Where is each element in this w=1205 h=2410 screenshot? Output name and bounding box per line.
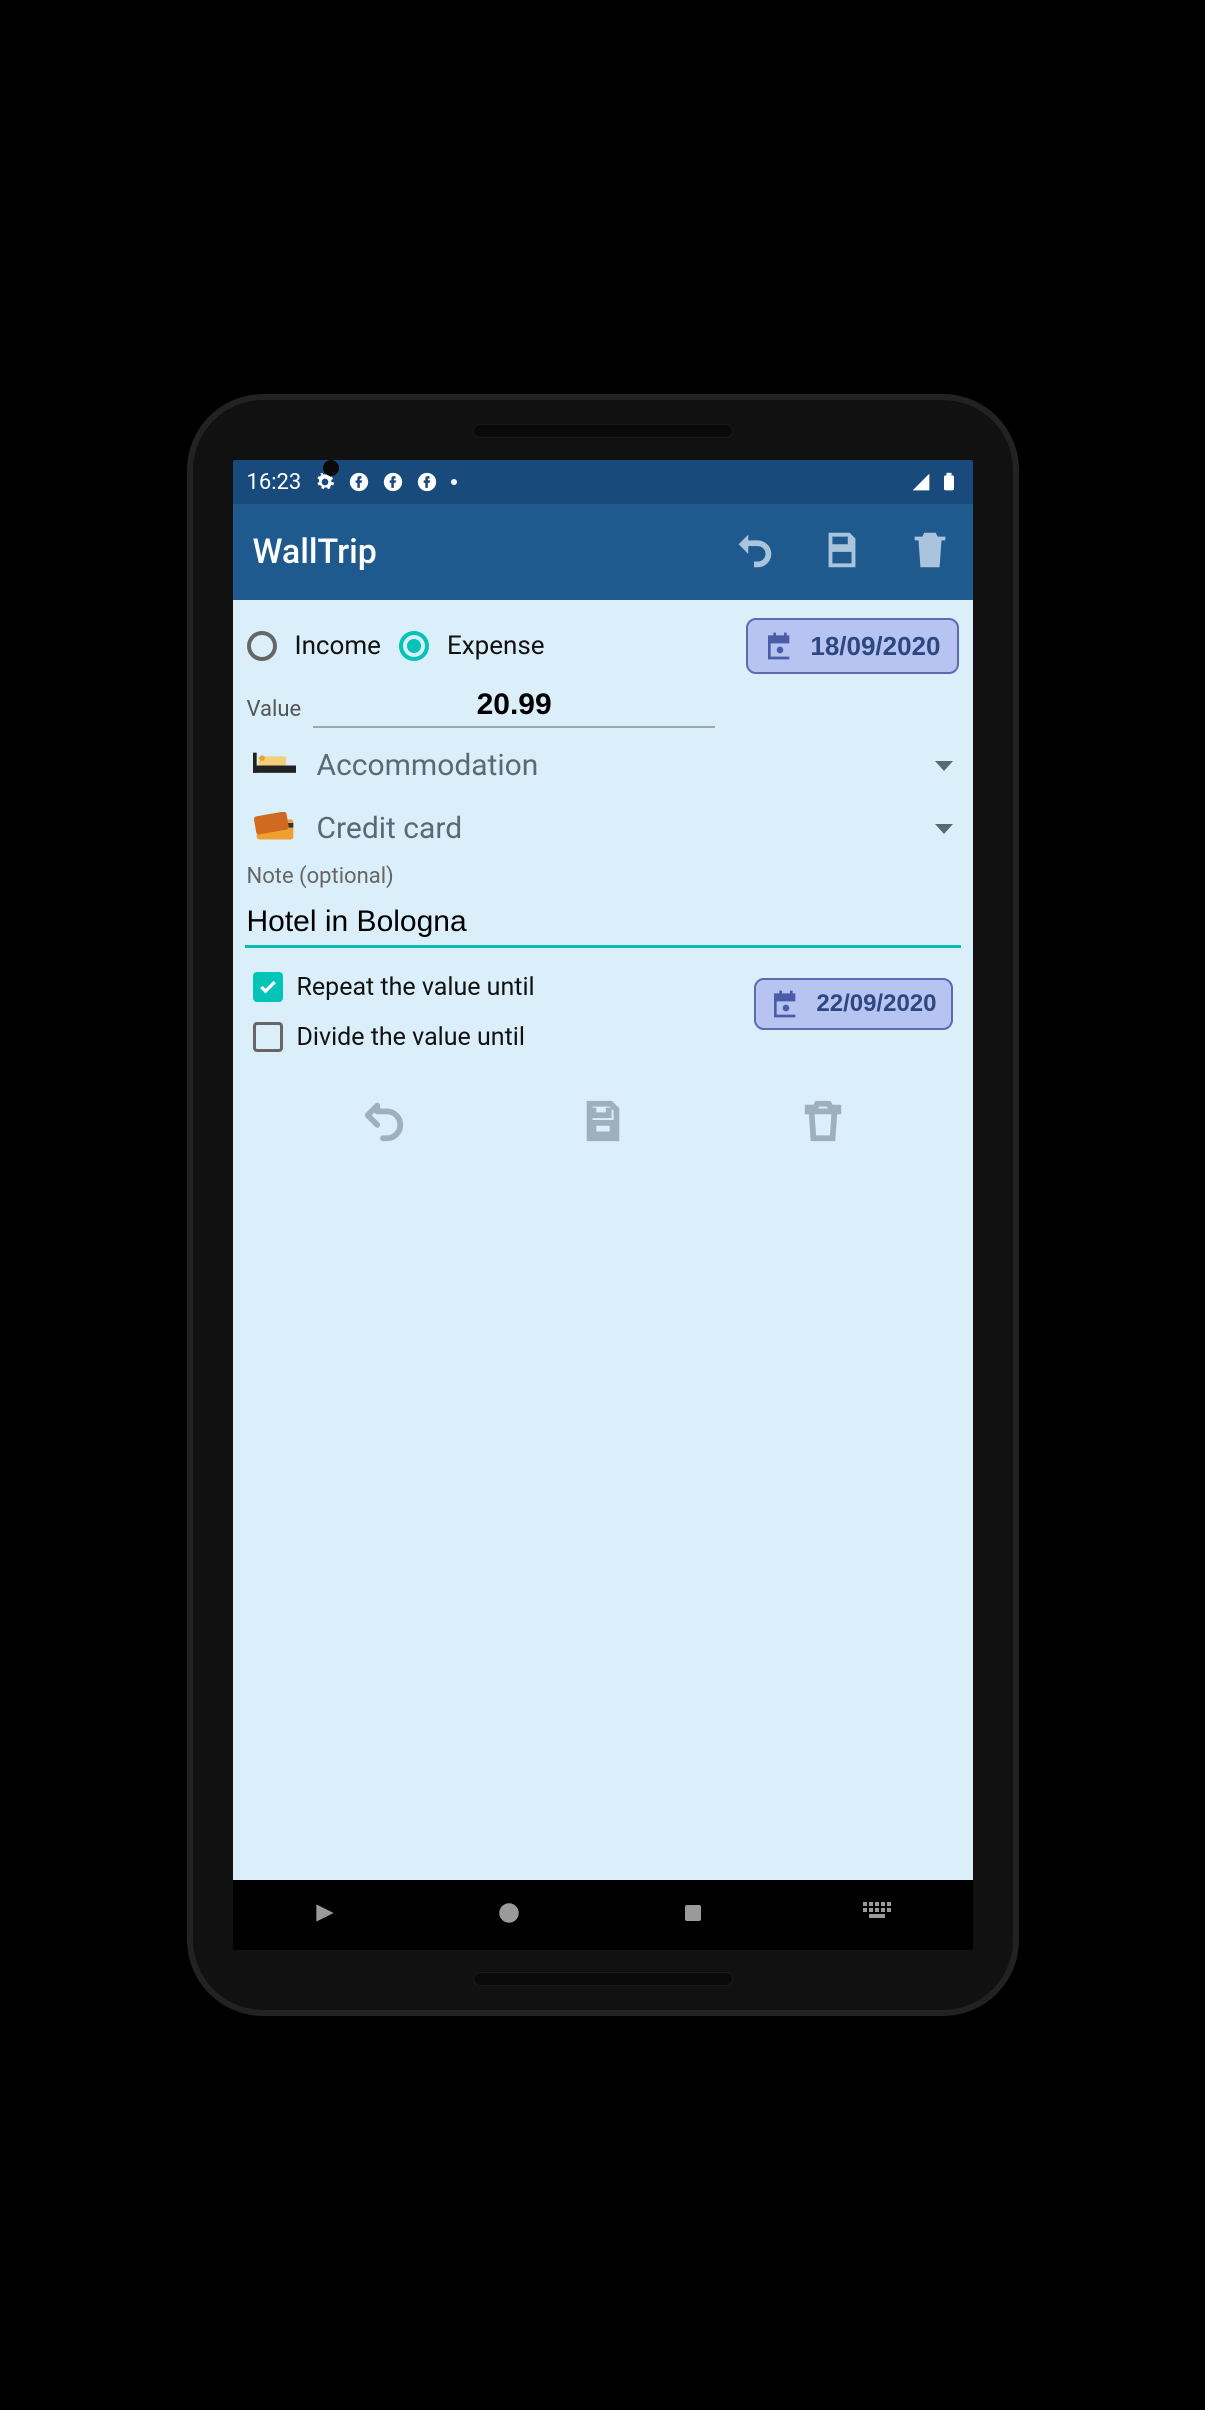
signal-icon <box>911 472 931 492</box>
undo-button[interactable] <box>731 527 777 577</box>
app-bar: WallTrip <box>233 504 973 600</box>
repeat-checkbox[interactable] <box>253 972 283 1002</box>
income-radio[interactable] <box>247 631 277 661</box>
income-label: Income <box>295 631 381 661</box>
facebook-icon <box>417 472 437 492</box>
dot-icon <box>451 479 457 485</box>
chevron-down-icon <box>935 761 953 771</box>
status-time: 16:23 <box>247 470 302 495</box>
expense-label: Expense <box>447 631 545 661</box>
facebook-icon <box>383 472 403 492</box>
battery-icon <box>939 472 959 492</box>
payment-dropdown[interactable]: Credit card <box>243 797 963 860</box>
save-button-secondary[interactable] <box>580 1098 626 1148</box>
status-bar: 16:23 <box>233 460 973 504</box>
nav-back-button[interactable] <box>312 1900 338 1930</box>
until-date-value: 22/09/2020 <box>816 990 936 1018</box>
date-picker-button[interactable]: 18/09/2020 <box>746 618 958 674</box>
date-main-value: 18/09/2020 <box>810 631 940 662</box>
note-label: Note (optional) <box>243 860 963 899</box>
repeat-label: Repeat the value until <box>297 973 535 1002</box>
facebook-icon <box>349 472 369 492</box>
payment-value: Credit card <box>317 811 463 846</box>
nav-home-button[interactable] <box>496 1900 522 1930</box>
bed-icon <box>253 749 297 783</box>
android-nav-bar <box>233 1880 973 1950</box>
divide-label: Divide the value until <box>297 1023 525 1052</box>
save-button[interactable] <box>819 527 865 577</box>
until-date-button[interactable]: 22/09/2020 <box>754 978 952 1030</box>
chevron-down-icon <box>935 824 953 834</box>
credit-card-icon <box>253 812 297 846</box>
keyboard-icon[interactable] <box>863 1902 893 1928</box>
divide-checkbox[interactable] <box>253 1022 283 1052</box>
category-value: Accommodation <box>317 748 539 783</box>
calendar-icon <box>764 630 796 662</box>
content: Income Expense 18/09/2020 Value Accommod… <box>233 600 973 1880</box>
nav-recent-button[interactable] <box>681 1901 705 1929</box>
category-dropdown[interactable]: Accommodation <box>243 734 963 797</box>
expense-radio[interactable] <box>399 631 429 661</box>
app-title: WallTrip <box>253 532 377 572</box>
delete-button-secondary[interactable] <box>800 1098 846 1148</box>
undo-button-secondary[interactable] <box>360 1098 406 1148</box>
value-label: Value <box>247 697 302 728</box>
note-input[interactable] <box>245 899 961 948</box>
value-input[interactable] <box>313 684 715 728</box>
delete-button[interactable] <box>907 527 953 577</box>
calendar-icon <box>770 988 802 1020</box>
